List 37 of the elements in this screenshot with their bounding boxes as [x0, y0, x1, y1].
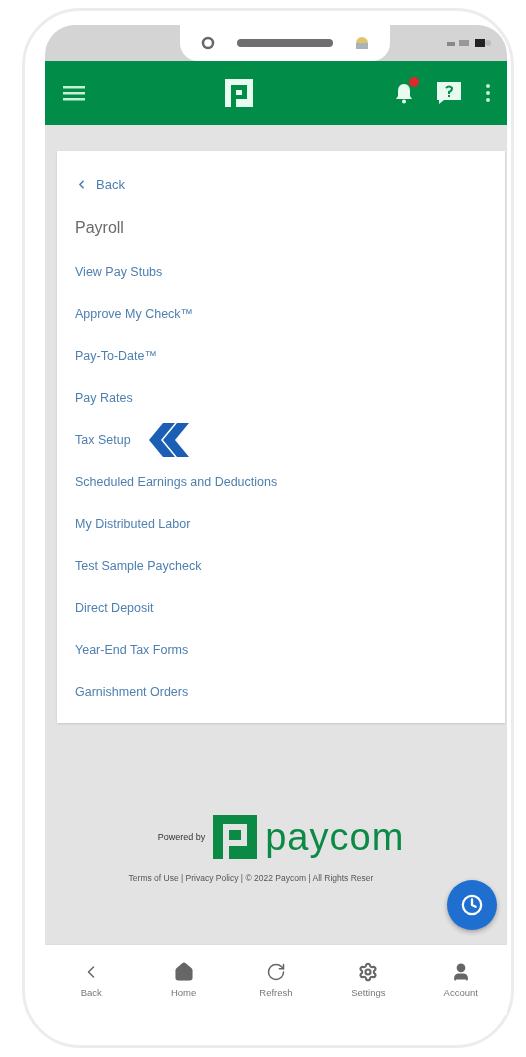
double-chevron-icon [148, 423, 189, 457]
nav-item[interactable]: Account [425, 960, 496, 1000]
help-icon[interactable] [437, 82, 461, 104]
legal-text: Terms of Use | Privacy Policy | © 2022 Paycom | All Rights Reser [128, 873, 374, 883]
menu-link[interactable]: Tax Setup [75, 433, 131, 447]
battery-icon [447, 38, 493, 48]
menu-link[interactable]: Approve My Check™ [75, 307, 194, 321]
house-icon [173, 962, 194, 982]
menu-link[interactable]: Pay Rates [75, 391, 133, 405]
camera-icon [201, 36, 215, 50]
menu-link[interactable]: My Distributed Labor [75, 517, 191, 531]
bell-icon[interactable] [393, 82, 415, 104]
menu-link[interactable]: Year-End Tax Forms [75, 643, 189, 657]
menu-link[interactable]: Garnishment Orders [75, 685, 189, 699]
refresh-icon [265, 962, 286, 982]
menu-link[interactable]: Test Sample Paycheck [75, 559, 202, 573]
logo-icon [213, 815, 258, 859]
more-icon[interactable] [485, 83, 491, 103]
nav-item[interactable]: Refresh [240, 960, 311, 1000]
speaker-icon [237, 39, 333, 47]
clock-button[interactable] [447, 880, 497, 930]
menu-icon[interactable] [63, 85, 85, 101]
nav-item[interactable]: Settings [333, 960, 404, 1000]
powered-by-text: Powered by [157, 832, 206, 842]
menu-link[interactable]: Pay-To-Date™ [75, 349, 157, 363]
back-link[interactable]: Back [75, 163, 487, 205]
gear-icon [358, 962, 379, 982]
sensor-icon [355, 36, 369, 50]
menu-link[interactable]: Scheduled Earnings and Deductions [75, 475, 278, 489]
logo-icon [225, 79, 253, 107]
section-title: Payroll [75, 218, 125, 238]
nav-item[interactable]: Home [148, 960, 219, 1000]
menu-link[interactable]: View Pay Stubs [75, 265, 163, 279]
brand-name: paycom [265, 818, 405, 856]
menu-link[interactable]: Direct Deposit [75, 601, 154, 615]
nav-item[interactable]: Back [56, 960, 127, 1000]
clock-icon [461, 894, 483, 916]
